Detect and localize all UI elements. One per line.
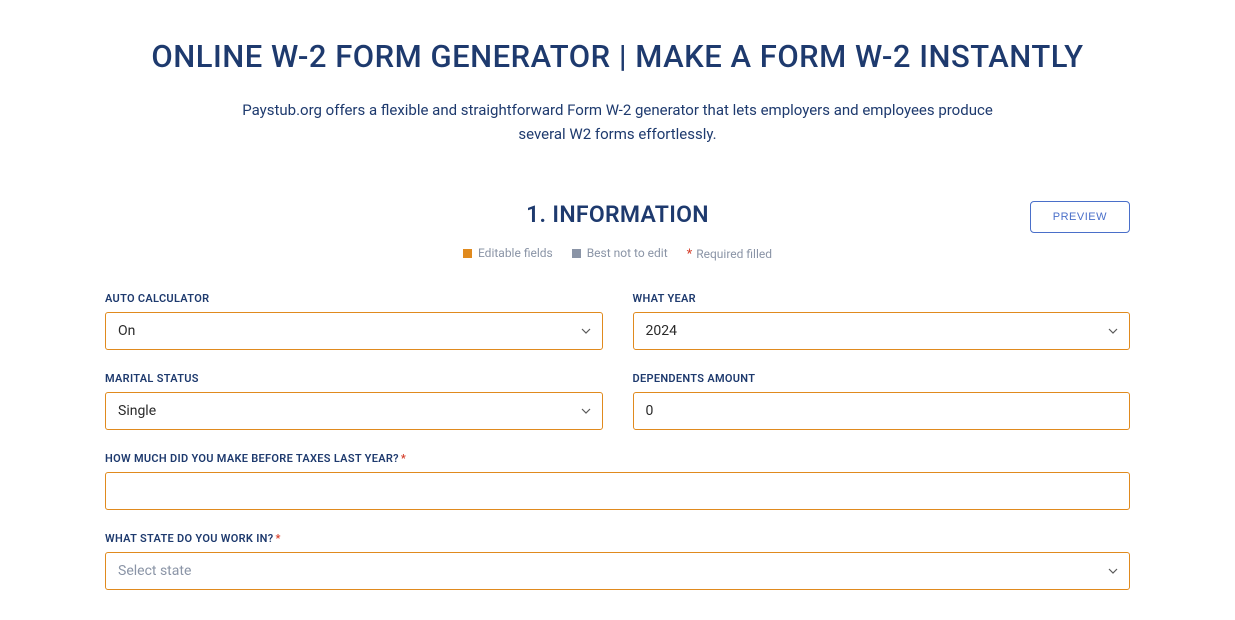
legend-required-label: Required filled (696, 247, 772, 261)
auto-calculator-select[interactable]: On (105, 312, 603, 350)
chevron-down-icon (580, 405, 592, 417)
legend-editable: Editable fields (463, 246, 553, 260)
state-label-text: WHAT STATE DO YOU WORK IN? (105, 532, 273, 545)
asterisk-icon: * (275, 532, 280, 545)
page-subtitle: Paystub.org offers a flexible and straig… (238, 98, 998, 146)
year-value: 2024 (646, 323, 677, 339)
chevron-down-icon (580, 325, 592, 337)
marital-status-label: MARITAL STATUS (105, 372, 603, 385)
year-select[interactable]: 2024 (633, 312, 1131, 350)
legend-best-not: Best not to edit (572, 246, 668, 260)
chevron-down-icon (1107, 565, 1119, 577)
year-label: WHAT YEAR (633, 292, 1131, 305)
legend-required: * Required filled (687, 247, 772, 262)
auto-calculator-value: On (118, 323, 135, 339)
marital-status-value: Single (118, 403, 156, 419)
asterisk-icon: * (401, 452, 406, 465)
asterisk-icon: * (687, 247, 693, 262)
dependents-input[interactable]: 0 (633, 392, 1131, 430)
legend-row: Editable fields Best not to edit * Requi… (105, 246, 1130, 262)
square-icon (463, 249, 472, 258)
dependents-label: DEPENDENTS AMOUNT (633, 372, 1131, 385)
income-label: HOW MUCH DID YOU MAKE BEFORE TAXES LAST … (105, 452, 1130, 465)
legend-best-not-label: Best not to edit (587, 246, 668, 260)
legend-editable-label: Editable fields (478, 246, 553, 260)
year-field: WHAT YEAR 2024 (633, 292, 1131, 350)
preview-button[interactable]: PREVIEW (1030, 201, 1130, 233)
dependents-value: 0 (646, 403, 654, 419)
state-select[interactable]: Select state (105, 552, 1130, 590)
marital-status-select[interactable]: Single (105, 392, 603, 430)
page-title: ONLINE W-2 FORM GENERATOR | MAKE A FORM … (105, 35, 1130, 78)
section-title: 1. INFORMATION (105, 201, 1130, 228)
auto-calculator-label: AUTO CALCULATOR (105, 292, 603, 305)
auto-calculator-field: AUTO CALCULATOR On (105, 292, 603, 350)
income-input[interactable] (105, 472, 1130, 510)
state-field: WHAT STATE DO YOU WORK IN?* Select state (105, 532, 1130, 590)
income-field: HOW MUCH DID YOU MAKE BEFORE TAXES LAST … (105, 452, 1130, 510)
chevron-down-icon (1107, 325, 1119, 337)
state-label: WHAT STATE DO YOU WORK IN?* (105, 532, 1130, 545)
state-placeholder: Select state (118, 563, 191, 579)
income-label-text: HOW MUCH DID YOU MAKE BEFORE TAXES LAST … (105, 452, 399, 465)
marital-status-field: MARITAL STATUS Single (105, 372, 603, 430)
dependents-field: DEPENDENTS AMOUNT 0 (633, 372, 1131, 430)
square-icon (572, 249, 581, 258)
